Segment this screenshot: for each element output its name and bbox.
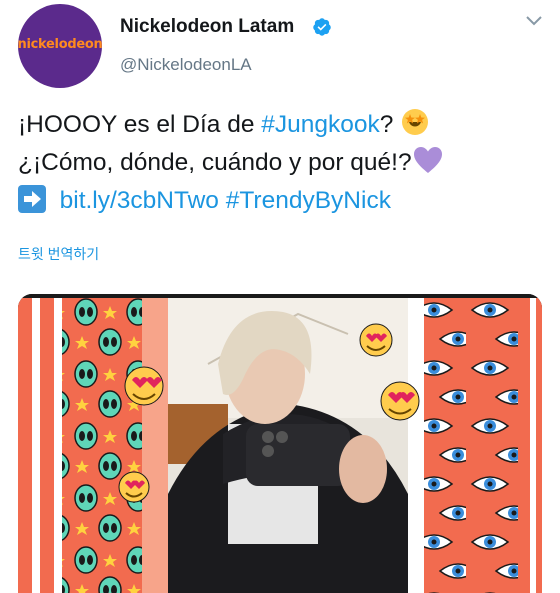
tweet-text-segment: ¿¡Cómo, dónde, cuándo y por qué!?: [18, 149, 412, 176]
heart-eyes-emoji-sticker: [124, 366, 164, 406]
tweet-line-2: ¿¡Cómo, dónde, cuándo y por qué!?: [18, 144, 548, 182]
nickelodeon-logo: nickelodeon: [18, 36, 102, 52]
tweet-text: ¡HOOOY es el Día de #Jungkook? ¿¡Cómo, d…: [18, 106, 548, 220]
verified-badge-icon: [313, 18, 331, 36]
tweet-line-3: bit.ly/3cbNTwo #TrendyByNick: [18, 182, 548, 220]
photo-illustration: [18, 294, 542, 593]
chevron-down-icon[interactable]: [524, 14, 544, 28]
star-struck-emoji: [402, 109, 429, 135]
tweet-header: nickelodeon Nickelodeon Latam @Nickelode…: [0, 0, 560, 100]
account-handle[interactable]: @NickelodeonLA: [120, 55, 252, 75]
avatar[interactable]: nickelodeon: [18, 4, 102, 88]
right-arrow-emoji: [18, 185, 46, 213]
heart-eyes-emoji-sticker: [118, 471, 150, 503]
display-name[interactable]: Nickelodeon Latam: [120, 16, 294, 38]
tweet-line-1: ¡HOOOY es el Día de #Jungkook?: [18, 106, 548, 144]
heart-eyes-emoji-sticker: [359, 323, 393, 357]
tweet-text-segment: ¡HOOOY es el Día de: [18, 111, 262, 138]
hashtag-jungkook[interactable]: #Jungkook: [261, 111, 380, 138]
translate-tweet-link[interactable]: 트윗 번역하기: [18, 244, 99, 264]
purple-heart-emoji: [413, 147, 442, 173]
short-link[interactable]: bit.ly/3cbNTwo: [60, 187, 219, 214]
hashtag-trendybynick[interactable]: #TrendyByNick: [226, 187, 391, 214]
tweet-media-photo[interactable]: [18, 294, 542, 593]
tweet-text-segment: ?: [379, 111, 401, 138]
heart-eyes-emoji-sticker: [380, 381, 420, 421]
